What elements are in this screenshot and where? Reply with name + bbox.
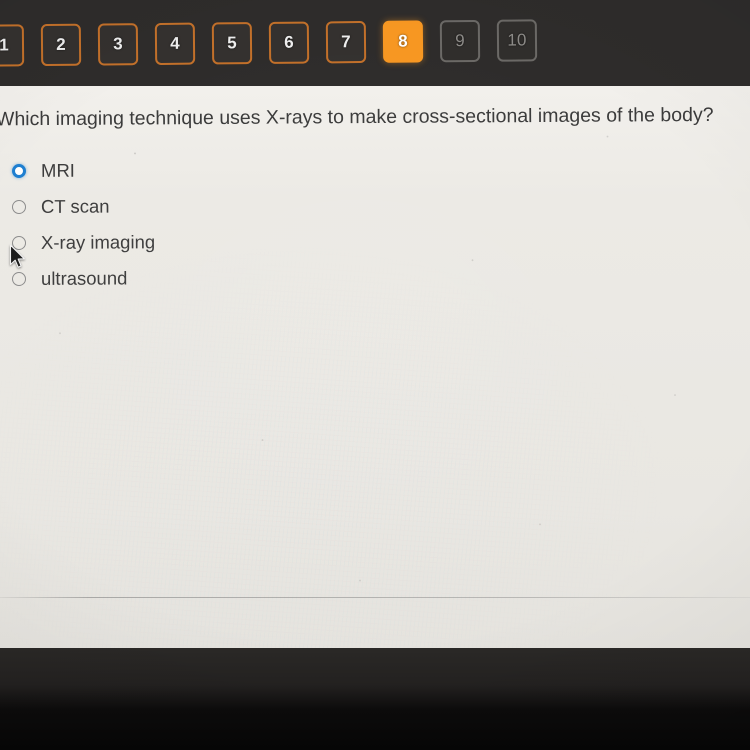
answer-options-list: MRI CT scan X-ray imaging ultrasound [10,152,410,296]
pagination-button-1[interactable]: 1 [0,24,25,67]
answer-option-3[interactable]: X-ray imaging [10,223,410,261]
quiz-footer: Mark this and return Save and Exit Next [0,598,750,648]
pagination-button-10: 10 [496,19,538,62]
pagination-button-9: 9 [439,19,481,63]
question-text: Which imaging technique uses X-rays to m… [0,103,714,131]
answer-option-label: ultrasound [40,267,128,289]
quiz-content-panel: Which imaging technique uses X-rays to m… [0,86,750,648]
radio-button-icon[interactable] [11,199,27,215]
pagination-button-2[interactable]: 2 [40,23,82,67]
device-bezel-bottom [0,645,750,750]
answer-option-label: CT scan [40,195,110,217]
mouse-pointer-icon [9,244,25,268]
pagination-button-5[interactable]: 5 [211,22,253,65]
answer-option-2[interactable]: CT scan [10,187,410,225]
pagination-button-4[interactable]: 4 [154,22,196,66]
answer-option-4[interactable]: ultrasound [10,259,410,297]
pagination-button-7[interactable]: 7 [325,20,367,64]
radio-button-icon[interactable] [11,271,27,287]
quiz-screenshot: 1 2 3 4 5 6 7 8 9 10 Which imaging technique uses… [0,0,750,750]
answer-option-1[interactable]: MRI [10,151,410,189]
pagination-button-3[interactable]: 3 [97,23,139,66]
question-pagination: 1 2 3 4 5 6 7 8 9 10 [0,0,750,92]
radio-button-icon[interactable] [11,163,27,179]
pagination-button-8[interactable]: 8 [382,20,424,63]
answer-option-label: MRI [40,159,75,181]
pagination-button-6[interactable]: 6 [268,21,310,64]
answer-option-label: X-ray imaging [40,231,156,253]
